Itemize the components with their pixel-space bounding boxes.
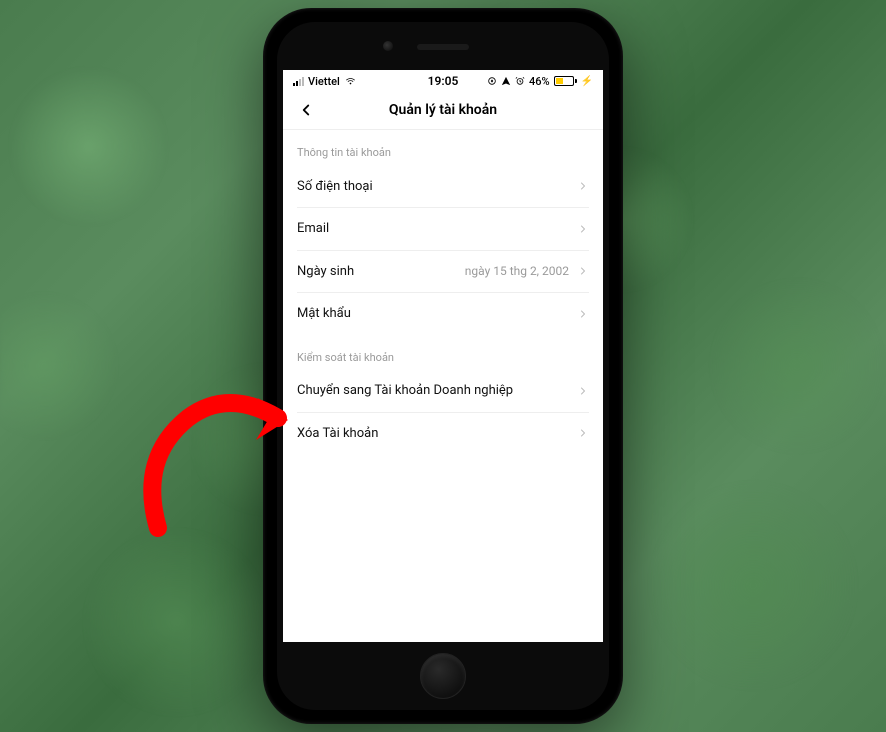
section-header-account-info: Thông tin tài khoản [283, 130, 603, 165]
charging-icon: ⚡ [581, 76, 593, 87]
row-value: ngày 15 thg 2, 2002 [465, 264, 569, 278]
status-left: Viettel [293, 75, 357, 88]
carrier-label: Viettel [308, 75, 340, 88]
location-icon [501, 76, 511, 86]
row-email[interactable]: Email [283, 208, 603, 250]
back-button[interactable] [289, 93, 323, 127]
chevron-right-icon [577, 308, 589, 320]
battery-icon [554, 76, 577, 86]
row-birthday[interactable]: Ngày sinh ngày 15 thg 2, 2002 [283, 250, 603, 292]
chevron-left-icon [297, 101, 315, 119]
row-password[interactable]: Mật khẩu [283, 293, 603, 335]
wifi-icon [344, 76, 357, 86]
status-bar: Viettel 19:05 [283, 70, 603, 90]
row-label: Số điện thoại [297, 179, 373, 194]
signal-bars-icon [293, 76, 304, 86]
phone-speaker [417, 44, 469, 50]
status-time: 19:05 [428, 74, 459, 88]
app-header: Quản lý tài khoản [283, 90, 603, 130]
home-button[interactable] [420, 653, 466, 699]
chevron-right-icon [577, 427, 589, 439]
chevron-right-icon [577, 223, 589, 235]
battery-percent: 46% [529, 75, 550, 88]
chevron-right-icon [577, 265, 589, 277]
section-header-account-control: Kiểm soát tài khoản [283, 335, 603, 370]
phone-inner: Viettel 19:05 [277, 22, 609, 710]
row-label: Xóa Tài khoản [297, 426, 378, 441]
orientation-icon [487, 76, 497, 86]
row-switch-business[interactable]: Chuyển sang Tài khoản Doanh nghiệp [283, 370, 603, 412]
phone-frame: Viettel 19:05 [263, 8, 623, 724]
phone-camera [383, 41, 393, 51]
chevron-right-icon [577, 385, 589, 397]
alarm-icon [515, 76, 525, 86]
chevron-right-icon [577, 180, 589, 192]
phone-screen: Viettel 19:05 [283, 70, 603, 642]
row-label: Chuyển sang Tài khoản Doanh nghiệp [297, 383, 513, 398]
row-label: Ngày sinh [297, 264, 354, 279]
row-label: Email [297, 221, 329, 236]
page-title: Quản lý tài khoản [389, 102, 497, 118]
status-right: 46% ⚡ [487, 75, 593, 88]
row-delete-account[interactable]: Xóa Tài khoản [283, 412, 603, 454]
row-phone[interactable]: Số điện thoại [283, 165, 603, 207]
row-label: Mật khẩu [297, 306, 351, 321]
